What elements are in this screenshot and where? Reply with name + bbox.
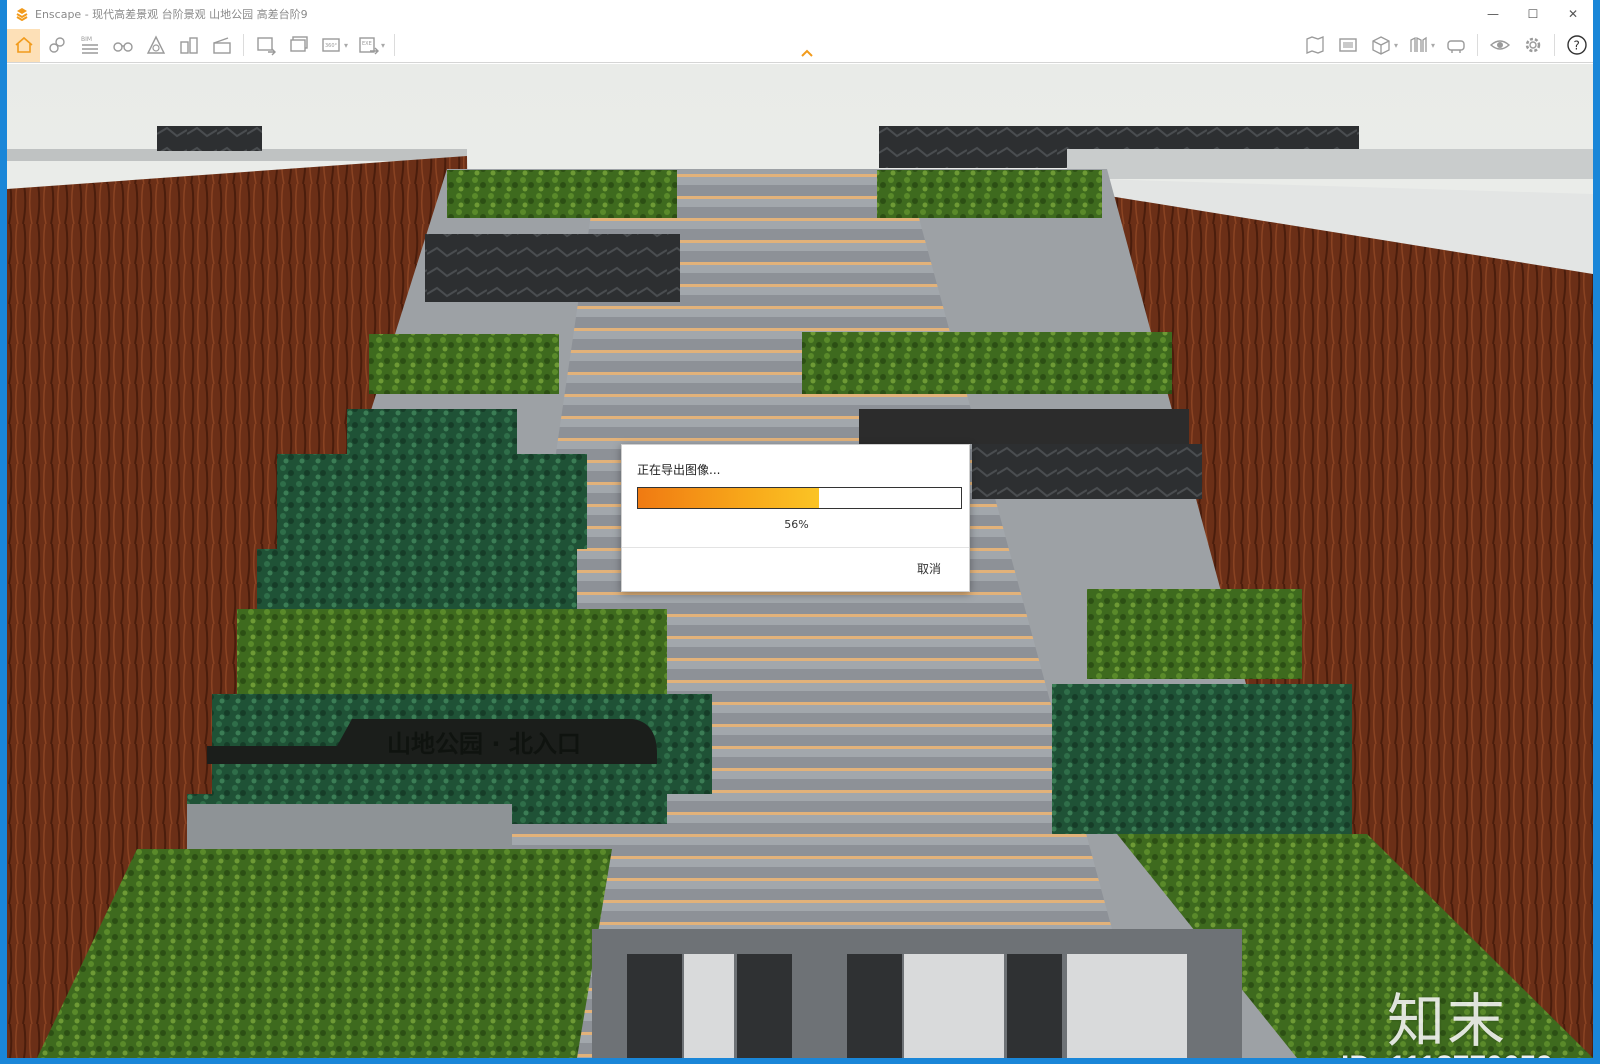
home-button[interactable]: [7, 28, 40, 62]
entrance-sign-text: 山地公园 · 北入口: [387, 730, 581, 758]
view-management-button[interactable]: [1332, 29, 1365, 62]
live-link-button[interactable]: [40, 29, 73, 62]
vr-headset-button[interactable]: [1439, 29, 1472, 62]
svg-text:EXE: EXE: [362, 41, 372, 47]
dialog-divider: [622, 547, 969, 548]
chevron-down-icon[interactable]: ▾: [1394, 41, 1398, 50]
export-progress-dialog: 正在导出图像... 56% 取消: [621, 444, 970, 592]
chevron-down-icon[interactable]: ▾: [344, 41, 348, 50]
export-exe-icon: EXE: [358, 37, 379, 55]
link-icon: [48, 37, 65, 53]
window-title: Enscape - 现代高差景观 台阶景观 山地公园 高差台阶9: [35, 8, 308, 21]
settings-gear-icon: [1525, 37, 1540, 53]
chevron-down-icon[interactable]: ▾: [1431, 41, 1435, 50]
map-icon: [1306, 36, 1325, 54]
capture-icon: [1410, 36, 1428, 52]
export-progress-bar: [637, 487, 962, 509]
maximize-button[interactable]: ☐: [1513, 0, 1553, 28]
svg-text:?: ?: [1573, 39, 1579, 53]
help-icon: ?: [1566, 35, 1587, 55]
close-button[interactable]: ✕: [1553, 0, 1593, 28]
enscape-logo-icon: [16, 8, 28, 21]
home-icon: [14, 36, 33, 53]
progress-fill: [638, 488, 819, 508]
binoculars-button[interactable]: [106, 29, 139, 62]
help-button[interactable]: ?: [1560, 29, 1593, 62]
watermark-id: ID: 1118770659: [1341, 1050, 1553, 1058]
eye-icon: [1489, 40, 1510, 50]
progress-percent-label: 56%: [784, 518, 809, 531]
window-controls: — ☐ ✕: [1473, 0, 1593, 28]
batch-render-button[interactable]: [282, 29, 315, 62]
batch-render-icon: [289, 36, 308, 52]
atmosphere-button[interactable]: [139, 29, 172, 62]
toolbar-separator: [1477, 34, 1478, 56]
binoculars-icon: [112, 42, 133, 52]
svg-text:360°: 360°: [325, 43, 338, 49]
screenshot-button[interactable]: [249, 29, 282, 62]
assets-icon: [179, 37, 198, 54]
watermark-brand: 知末: [1387, 987, 1508, 1055]
atmosphere-icon: [146, 35, 165, 54]
view-management-icon: [1339, 38, 1358, 52]
collapse-toolbar-chevron-icon[interactable]: [800, 48, 814, 58]
video-editor-button[interactable]: [205, 29, 238, 62]
headset-icon: [1446, 40, 1465, 53]
minimize-button[interactable]: —: [1473, 0, 1513, 28]
panorama-360-icon: 360°: [321, 38, 340, 52]
visual-settings-button[interactable]: [1483, 29, 1516, 62]
toolbar-separator: [243, 34, 244, 56]
assets-button[interactable]: [172, 29, 205, 62]
enscape-window: Enscape - 现代高差景观 台阶景观 山地公园 高差台阶9 — ☐ ✕ B…: [7, 0, 1593, 1058]
bim-icon: BIM: [81, 36, 98, 54]
dialog-title: 正在导出图像...: [637, 463, 721, 477]
clapper-icon: [212, 37, 231, 54]
screenshot-icon: [256, 37, 276, 56]
svg-text:BIM: BIM: [81, 36, 92, 43]
general-settings-button[interactable]: [1516, 29, 1549, 62]
chevron-down-icon[interactable]: ▾: [381, 41, 385, 50]
title-bar: Enscape - 现代高差景观 台阶景观 山地公园 高差台阶9 — ☐ ✕: [7, 0, 1593, 28]
map-button[interactable]: [1299, 29, 1332, 62]
toolbar-separator: [394, 34, 396, 56]
bim-button[interactable]: BIM: [73, 29, 106, 62]
render-viewport[interactable]: 山地公园 · 北入口 正在导出图像... 56% 取消 知末: [7, 64, 1593, 1058]
cube-icon: [1372, 36, 1391, 55]
cancel-button[interactable]: 取消: [917, 560, 941, 577]
toolbar-separator: [1554, 34, 1555, 56]
